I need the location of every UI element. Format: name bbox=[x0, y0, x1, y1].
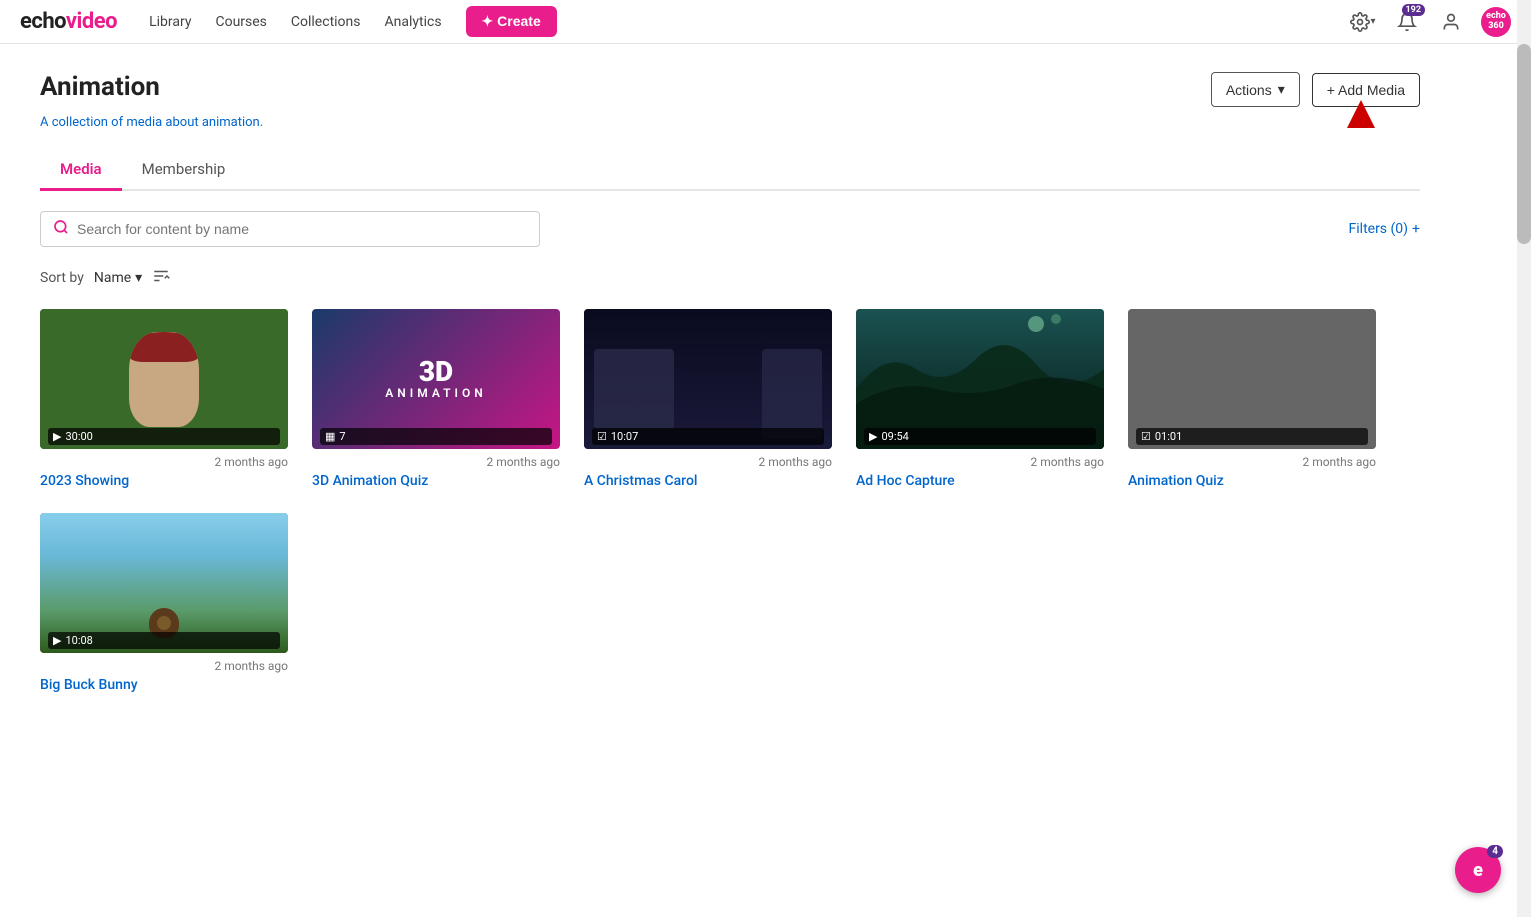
media-duration: ▦ 7 bbox=[320, 428, 552, 445]
nav-link-courses[interactable]: Courses bbox=[215, 14, 266, 30]
scrollbar-track[interactable] bbox=[1517, 0, 1531, 917]
slides-icon: ▦ bbox=[325, 430, 335, 443]
media-date: 2 months ago bbox=[856, 455, 1104, 469]
create-button[interactable]: ✦ Create bbox=[466, 6, 557, 37]
media-title[interactable]: Animation Quiz bbox=[1128, 473, 1376, 489]
filters-button[interactable]: Filters (0) + bbox=[1349, 221, 1420, 237]
media-card[interactable]: ▶ 30:00 2 months ago 2023 Showing bbox=[40, 309, 288, 489]
sort-order-icon[interactable] bbox=[152, 267, 170, 289]
chat-bubble-badge: 4 bbox=[1487, 845, 1503, 858]
page-header: Animation Actions ▾ + Add Media bbox=[40, 72, 1420, 107]
video-icon: ▶ bbox=[53, 430, 61, 443]
media-duration: ☑ 01:01 bbox=[1136, 428, 1368, 445]
media-title[interactable]: Big Buck Bunny bbox=[40, 677, 288, 693]
echo360-label: echo360 bbox=[1486, 12, 1506, 32]
tabs: Media Membership bbox=[40, 150, 1420, 191]
sort-label: Sort by bbox=[40, 270, 84, 286]
media-grid: ▶ 30:00 2 months ago 2023 Showing 3D ANI… bbox=[40, 309, 1420, 693]
header-actions: Actions ▾ + Add Media bbox=[1211, 72, 1420, 107]
logo-text: echovideo bbox=[20, 9, 117, 34]
media-duration: ▶ 09:54 bbox=[864, 428, 1096, 445]
tab-membership[interactable]: Membership bbox=[122, 150, 246, 191]
sort-row: Sort by Name ▾ bbox=[40, 267, 1420, 289]
scrollbar-thumb[interactable] bbox=[1517, 44, 1531, 244]
chat-bubble-button[interactable]: e 4 bbox=[1455, 847, 1501, 893]
media-date: 2 months ago bbox=[40, 455, 288, 469]
media-card[interactable]: ☑ 10:07 2 months ago A Christmas Carol bbox=[584, 309, 832, 489]
chat-bubble-label: e bbox=[1473, 860, 1483, 881]
media-thumbnail: 3D ANIMATION ▦ 7 bbox=[312, 309, 560, 449]
settings-chevron: ▾ bbox=[1370, 16, 1375, 27]
tab-media[interactable]: Media bbox=[40, 150, 122, 191]
media-thumbnail: ▶ 30:00 bbox=[40, 309, 288, 449]
page-title: Animation bbox=[40, 72, 160, 102]
media-title[interactable]: Ad Hoc Capture bbox=[856, 473, 1104, 489]
sort-select[interactable]: Name ▾ bbox=[94, 270, 142, 286]
nav-link-collections[interactable]: Collections bbox=[291, 14, 361, 30]
nav-link-library[interactable]: Library bbox=[149, 14, 191, 30]
search-icon bbox=[53, 219, 69, 239]
logo[interactable]: echovideo bbox=[20, 9, 117, 34]
video-icon: ▶ bbox=[869, 430, 877, 443]
media-thumbnail: ▶ 10:08 bbox=[40, 513, 288, 653]
nav-links: Library Courses Collections Analytics ✦ … bbox=[149, 6, 1349, 37]
media-date: 2 months ago bbox=[1128, 455, 1376, 469]
media-card[interactable]: 3D ANIMATION ▦ 7 2 months ago 3D Animati… bbox=[312, 309, 560, 489]
media-date: 2 months ago bbox=[584, 455, 832, 469]
media-duration: ▶ 30:00 bbox=[48, 428, 280, 445]
quiz-icon: ☑ bbox=[1141, 430, 1151, 443]
media-duration: ☑ 10:07 bbox=[592, 428, 824, 445]
search-row: Filters (0) + bbox=[40, 211, 1420, 247]
media-card[interactable]: ▶ 09:54 2 months ago Ad Hoc Capture bbox=[856, 309, 1104, 489]
media-title[interactable]: 2023 Showing bbox=[40, 473, 288, 489]
quiz-icon: ☑ bbox=[597, 430, 607, 443]
add-media-button[interactable]: + Add Media bbox=[1312, 73, 1420, 107]
media-card[interactable]: ▶ 10:08 2 months ago Big Buck Bunny bbox=[40, 513, 288, 693]
sort-chevron-icon: ▾ bbox=[135, 270, 142, 286]
media-title[interactable]: A Christmas Carol bbox=[584, 473, 832, 489]
navbar: echovideo Library Courses Collections An… bbox=[0, 0, 1531, 44]
settings-icon[interactable]: ▾ bbox=[1349, 8, 1377, 36]
media-date: 2 months ago bbox=[312, 455, 560, 469]
media-thumbnail: ☑ 01:01 bbox=[1128, 309, 1376, 449]
media-thumbnail: ▶ 09:54 bbox=[856, 309, 1104, 449]
main-content: Animation Actions ▾ + Add Media A collec… bbox=[0, 44, 1460, 721]
sort-value: Name bbox=[94, 270, 131, 286]
actions-chevron-icon: ▾ bbox=[1278, 81, 1285, 98]
search-input[interactable] bbox=[77, 221, 527, 237]
nav-link-analytics[interactable]: Analytics bbox=[385, 14, 442, 30]
notification-icon[interactable]: 192 bbox=[1393, 8, 1421, 36]
media-thumbnail: ☑ 10:07 bbox=[584, 309, 832, 449]
echo360-avatar[interactable]: echo360 bbox=[1481, 7, 1511, 37]
media-duration: ▶ 10:08 bbox=[48, 632, 280, 649]
filters-plus-icon: + bbox=[1412, 221, 1420, 237]
search-box[interactable] bbox=[40, 211, 540, 247]
video-icon: ▶ bbox=[53, 634, 61, 647]
profile-icon[interactable] bbox=[1437, 8, 1465, 36]
page-subtitle: A collection of media about animation. bbox=[40, 115, 1420, 130]
media-date: 2 months ago bbox=[40, 659, 288, 673]
media-title[interactable]: 3D Animation Quiz bbox=[312, 473, 560, 489]
media-card[interactable]: ☑ 01:01 2 months ago Animation Quiz bbox=[1128, 309, 1376, 489]
notification-badge: 192 bbox=[1402, 4, 1426, 16]
actions-button[interactable]: Actions ▾ bbox=[1211, 72, 1300, 107]
nav-right: ▾ 192 echo360 bbox=[1349, 7, 1511, 37]
